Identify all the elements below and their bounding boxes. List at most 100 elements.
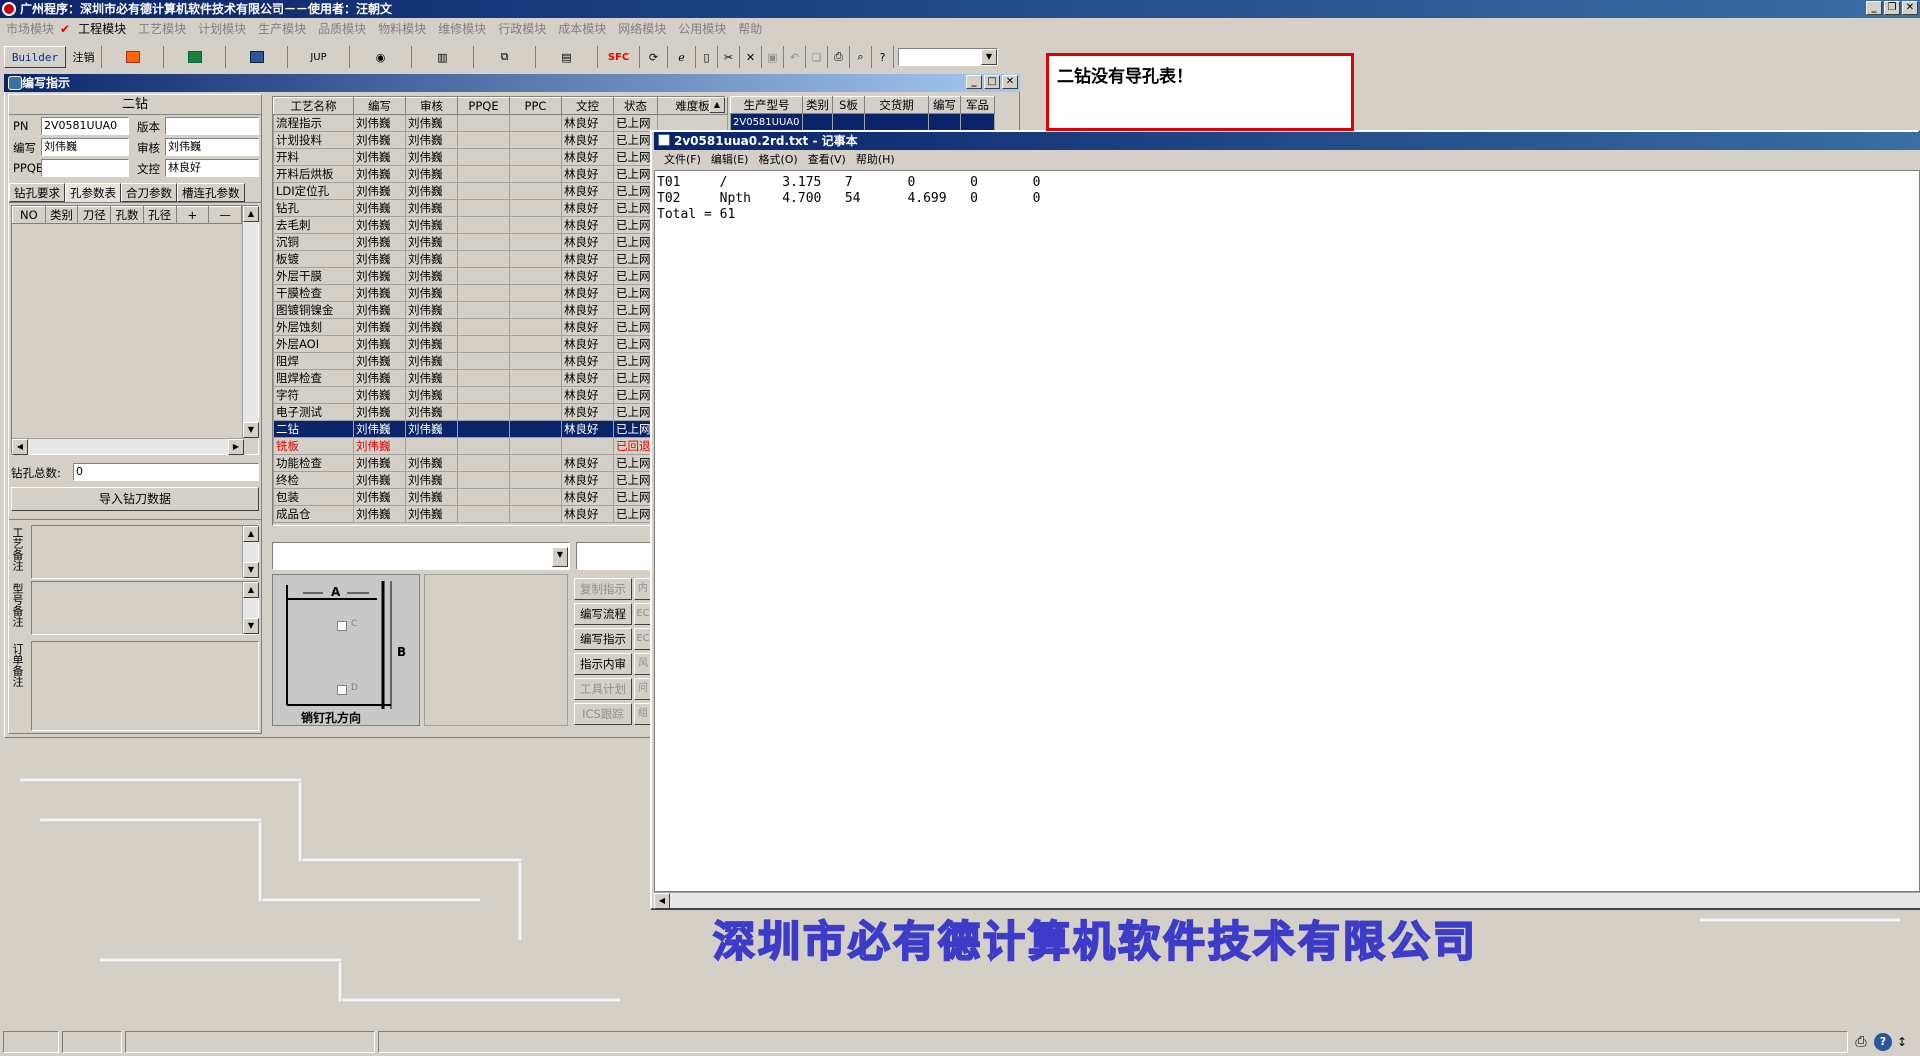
scroll-down-icon[interactable]: ▼ [243, 562, 259, 578]
cmd-button-4[interactable]: 工具计划 [574, 678, 632, 700]
hole-header-4[interactable]: 孔径 [142, 206, 177, 224]
cmd-button-3[interactable]: 指示内审 [574, 653, 632, 675]
eye-icon[interactable]: ◉ [350, 46, 412, 68]
menu-item-9[interactable]: 成本模块 [558, 22, 606, 36]
process-header-2[interactable]: 审核 [405, 97, 458, 115]
child-close-button[interactable]: ✕ [1002, 75, 1018, 89]
ie-icon[interactable]: ℯ [668, 46, 696, 68]
order-note-field[interactable] [31, 641, 259, 731]
left-tab-0[interactable]: 钻孔要求 [9, 183, 65, 202]
jup-button[interactable]: JUP [288, 46, 350, 68]
menu-item-0[interactable]: 市场模块 [6, 22, 54, 36]
process-select[interactable]: ▼ [272, 542, 570, 570]
hole-header-2[interactable]: 刀径 [77, 206, 112, 224]
notepad-text-area[interactable]: T01 / 3.175 7 0 0 0 T02 Npth 4.700 54 4.6… [654, 170, 1920, 892]
hole-header-1[interactable]: 类别 [44, 206, 79, 224]
menu-item-4[interactable]: 生产模块 [258, 22, 306, 36]
scroll-left-icon[interactable]: ◀ [12, 439, 28, 455]
ppt-icon[interactable] [102, 46, 164, 68]
process-row[interactable]: 流程指示 刘伟巍 刘伟巍 林良好 已上网 [273, 114, 728, 132]
cmd-button-0[interactable]: 复制指示 [574, 578, 632, 600]
scroll-up-icon[interactable]: ▲ [243, 526, 259, 542]
menu-item-6[interactable]: 物料模块 [378, 22, 426, 36]
help-circle-icon[interactable]: ? [1874, 1033, 1892, 1051]
notepad-menu-item-4[interactable]: 帮助(H) [856, 153, 895, 166]
writer-field[interactable]: 刘伟巍 [41, 138, 129, 156]
toolbar-dropdown[interactable]: ▼ [898, 48, 998, 66]
notepad-menu-item-0[interactable]: 文件(F) [664, 153, 701, 166]
product-header-3[interactable]: 交货期 [864, 96, 929, 114]
menu-item-1[interactable]: 工程模块 [78, 22, 126, 36]
copy-icon[interactable]: ❏ [806, 46, 828, 68]
undo-icon[interactable]: ↶ [784, 46, 806, 68]
product-header-4[interactable]: 编写 [928, 96, 961, 114]
scroll-down-icon[interactable]: ▼ [243, 422, 259, 438]
builder-button[interactable]: Builder [4, 46, 66, 68]
process-note-field[interactable]: ▲ ▼ [31, 525, 259, 579]
close-button[interactable]: ✕ [1902, 1, 1918, 15]
print-icon[interactable]: ⎙ [828, 46, 850, 68]
menu-item-10[interactable]: 网络模块 [618, 22, 666, 36]
new-file-icon[interactable]: ▯ [696, 46, 718, 68]
help-icon[interactable]: ? [872, 46, 894, 68]
product-header-2[interactable]: S板 [832, 96, 865, 114]
chevron-down-icon[interactable]: ▼ [981, 49, 997, 65]
book-icon[interactable]: ▥ [412, 46, 474, 68]
scroll-up-icon[interactable]: ▲ [243, 206, 259, 222]
menu-item-2[interactable]: 工艺模块 [138, 22, 186, 36]
cmd-button-2[interactable]: 编写指示 [574, 628, 632, 650]
process-header-0[interactable]: 工艺名称 [273, 97, 354, 115]
product-header-5[interactable]: 军品 [960, 96, 995, 114]
scroll-right-icon[interactable]: ▶ [228, 439, 244, 455]
left-tab-3[interactable]: 槽连孔参数 [177, 183, 245, 202]
computer-icon[interactable]: ▤ [536, 46, 598, 68]
cmd-button-5[interactable]: ICS跟踪 [574, 703, 632, 725]
restore-button[interactable]: ❐ [1884, 1, 1900, 15]
network-icon[interactable]: ⧉ [474, 46, 536, 68]
child-minimize-button[interactable]: _ [966, 75, 982, 89]
checkbox-c[interactable] [337, 621, 347, 631]
hole-header-3[interactable]: 孔数 [110, 206, 144, 224]
child-maximize-button[interactable]: □ [984, 75, 1000, 89]
logout-button[interactable]: 注销 [66, 46, 102, 68]
ppqe-field[interactable] [41, 159, 129, 177]
hole-header-0[interactable]: NO [12, 206, 46, 224]
refresh-icon[interactable]: ⟳ [640, 46, 668, 68]
save-icon[interactable]: ▣ [762, 46, 784, 68]
product-header-0[interactable]: 生产型号 [730, 96, 803, 114]
cmd-button-1[interactable]: 编写流程 [574, 603, 632, 625]
pn-field[interactable]: 2V0581UUA0 [41, 117, 129, 135]
checkbox-d[interactable] [337, 685, 347, 695]
excel-icon[interactable] [164, 46, 226, 68]
delete-icon[interactable]: ✕ [740, 46, 762, 68]
chevron-down-icon[interactable]: ▼ [552, 547, 568, 567]
process-header-5[interactable]: 文控 [561, 97, 614, 115]
import-drill-button[interactable]: 导入钻刀数据 [11, 487, 259, 511]
menu-item-11[interactable]: 公用模块 [678, 22, 726, 36]
hole-header-5[interactable]: + [175, 206, 210, 224]
minimize-button[interactable]: _ [1866, 1, 1882, 15]
scroll-left-icon[interactable]: ◀ [654, 893, 670, 909]
menu-item-7[interactable]: 维修模块 [438, 22, 486, 36]
notepad-menu-item-2[interactable]: 格式(O) [758, 153, 797, 166]
model-note-field[interactable]: ▲ ▼ [31, 581, 259, 635]
notepad-menu-item-3[interactable]: 查看(V) [808, 153, 846, 166]
side-select[interactable] [576, 542, 654, 570]
notepad-hscroll[interactable]: ◀ [654, 892, 1920, 909]
menu-item-8[interactable]: 行政模块 [498, 22, 546, 36]
process-header-3[interactable]: PPQE [457, 97, 510, 115]
menu-item-3[interactable]: 计划模块 [198, 22, 246, 36]
process-header-1[interactable]: 编写 [353, 97, 406, 115]
cut-icon[interactable]: ✂ [718, 46, 740, 68]
scroll-up-icon[interactable]: ▲ [243, 582, 259, 598]
left-tab-1[interactable]: 孔参数表 [65, 183, 121, 202]
scroll-up-icon[interactable]: ▲ [709, 97, 725, 113]
hole-table-vscroll[interactable]: ▲ ▼ [242, 206, 259, 438]
process-header-6[interactable]: 状态 [613, 97, 658, 115]
version-field[interactable] [165, 117, 259, 135]
process-header-4[interactable]: PPC [509, 97, 562, 115]
reviewer-field[interactable]: 刘伟巍 [165, 138, 259, 156]
product-header-1[interactable]: 类别 [802, 96, 833, 114]
find-icon[interactable]: ⌕ [850, 46, 872, 68]
product-row[interactable]: 2V0581UUA0 [730, 113, 995, 131]
